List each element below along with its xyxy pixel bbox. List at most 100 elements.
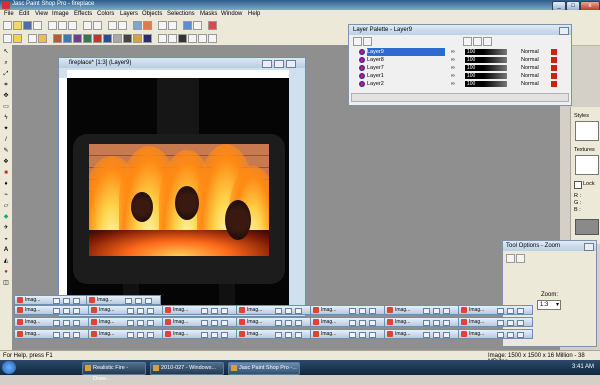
menu-file[interactable]: File	[4, 11, 14, 17]
close-button[interactable]	[147, 332, 154, 338]
maximize-button[interactable]	[433, 308, 440, 314]
effect-2-icon[interactable]	[63, 34, 72, 43]
maximize-button[interactable]	[285, 320, 292, 326]
airbrush-icon[interactable]: ✈	[2, 225, 10, 232]
effect-6-icon[interactable]	[103, 34, 112, 43]
image-window[interactable]: fireplace* [1:3] (Layer9)	[58, 57, 306, 317]
delete-icon[interactable]	[551, 65, 557, 71]
crop-icon[interactable]	[143, 21, 152, 30]
retouch-icon[interactable]: ♦	[2, 181, 10, 188]
object-selector-icon[interactable]: ◫	[2, 280, 10, 287]
close-button[interactable]	[73, 332, 80, 338]
restore-button[interactable]	[423, 308, 430, 314]
eye-icon[interactable]: ∞	[451, 80, 459, 88]
task-button-active[interactable]: Jasc Paint Shop Pro -...	[228, 362, 300, 375]
dropper-icon[interactable]: /	[2, 137, 10, 144]
restore-button[interactable]	[275, 308, 282, 314]
blend-mode-select[interactable]: Normal	[521, 80, 543, 88]
grid-icon[interactable]	[168, 21, 177, 30]
folder-icon[interactable]	[38, 34, 47, 43]
minimized-image-window[interactable]: Imag...	[88, 317, 163, 327]
maximize-button[interactable]	[135, 298, 142, 304]
selection-mode-icon[interactable]	[3, 34, 12, 43]
delete-layer-icon[interactable]	[363, 37, 372, 46]
effect-10-icon[interactable]	[143, 34, 152, 43]
close-button[interactable]	[443, 320, 450, 326]
maximize-button[interactable]	[507, 308, 514, 314]
effect-7-icon[interactable]	[113, 34, 122, 43]
effect-9-icon[interactable]	[133, 34, 142, 43]
restore-button[interactable]	[497, 308, 504, 314]
restore-button[interactable]	[275, 320, 282, 326]
flood-fill-icon[interactable]: ◒	[2, 236, 10, 243]
minimized-image-window[interactable]: Imag...	[384, 317, 459, 327]
zoom-tool-icon[interactable]: ⌕	[2, 60, 10, 67]
restore-button[interactable]	[53, 298, 60, 304]
overview-icon[interactable]	[193, 21, 202, 30]
image-canvas[interactable]	[67, 78, 289, 310]
maximize-button[interactable]	[63, 320, 70, 326]
zoom-select[interactable]: 1:3 ▾	[537, 300, 561, 310]
redo-icon[interactable]	[93, 21, 102, 30]
menu-effects[interactable]: Effects	[74, 11, 92, 17]
maximize-button[interactable]	[359, 320, 366, 326]
scratch-remover-icon[interactable]: ⌁	[2, 192, 10, 199]
task-button[interactable]: 2010-027 - Windows...	[150, 362, 224, 375]
copy-icon[interactable]	[58, 21, 67, 30]
restore-button[interactable]	[127, 320, 134, 326]
menu-edit[interactable]: Edit	[19, 11, 29, 17]
opacity-slider[interactable]: 100	[465, 57, 507, 63]
snapshot-icon[interactable]	[28, 34, 37, 43]
opacity-slider[interactable]: 100	[465, 73, 507, 79]
restore-button[interactable]	[349, 332, 356, 338]
minimized-image-window[interactable]: Imag...	[310, 329, 385, 339]
cut-icon[interactable]	[48, 21, 57, 30]
close-button[interactable]	[147, 320, 154, 326]
maximize-button[interactable]	[359, 308, 366, 314]
close-button[interactable]	[221, 332, 228, 338]
maximize-button[interactable]	[63, 308, 70, 314]
restore-button[interactable]	[125, 298, 132, 304]
restore-button[interactable]	[127, 332, 134, 338]
minimized-image-window[interactable]: Imag...	[384, 305, 459, 315]
minimized-image-window[interactable]: Imag...	[14, 295, 89, 305]
image-close-button[interactable]	[286, 60, 296, 68]
link-layer-icon[interactable]	[483, 37, 492, 46]
tool-options-close-button[interactable]	[584, 243, 594, 251]
menu-colors[interactable]: Colors	[97, 11, 114, 17]
layer-palette-close-button[interactable]	[559, 27, 569, 35]
maximize-button[interactable]	[433, 332, 440, 338]
maximize-button[interactable]	[507, 320, 514, 326]
color-replacer-icon[interactable]: ■	[2, 170, 10, 177]
text-tool-icon[interactable]: A	[2, 247, 10, 254]
restore-button[interactable]	[201, 332, 208, 338]
styles-swatch[interactable]	[575, 121, 599, 141]
close-button[interactable]	[73, 298, 80, 304]
menu-window[interactable]: Window	[221, 11, 242, 17]
draw-tool-icon[interactable]: ●	[2, 269, 10, 276]
new-layer-icon[interactable]	[353, 37, 362, 46]
maximize-button[interactable]	[137, 332, 144, 338]
layer-merge-icon[interactable]	[188, 34, 197, 43]
maximize-button[interactable]	[359, 332, 366, 338]
paste-icon[interactable]	[68, 21, 77, 30]
minimized-image-window[interactable]: Imag...	[14, 305, 89, 315]
close-button[interactable]	[145, 298, 152, 304]
restore-button[interactable]	[53, 332, 60, 338]
maximize-button[interactable]	[137, 320, 144, 326]
minimized-image-window[interactable]: Imag...	[310, 305, 385, 315]
close-button[interactable]	[147, 308, 154, 314]
visibility-toggle-icon[interactable]	[463, 37, 472, 46]
deform-tool-icon[interactable]: ⤢	[2, 71, 10, 78]
menu-view[interactable]: View	[35, 11, 48, 17]
minimized-image-window[interactable]: Imag...	[458, 317, 533, 327]
menu-layers[interactable]: Layers	[120, 11, 138, 17]
close-button[interactable]	[517, 320, 524, 326]
close-button[interactable]	[517, 332, 524, 338]
maximize-button[interactable]	[137, 308, 144, 314]
menu-image[interactable]: Image	[52, 11, 69, 17]
save-icon[interactable]	[23, 21, 32, 30]
restore-button[interactable]	[349, 320, 356, 326]
layer-row[interactable]: Layer7 ∞ 100 Normal	[351, 64, 567, 72]
effect-3-icon[interactable]	[73, 34, 82, 43]
